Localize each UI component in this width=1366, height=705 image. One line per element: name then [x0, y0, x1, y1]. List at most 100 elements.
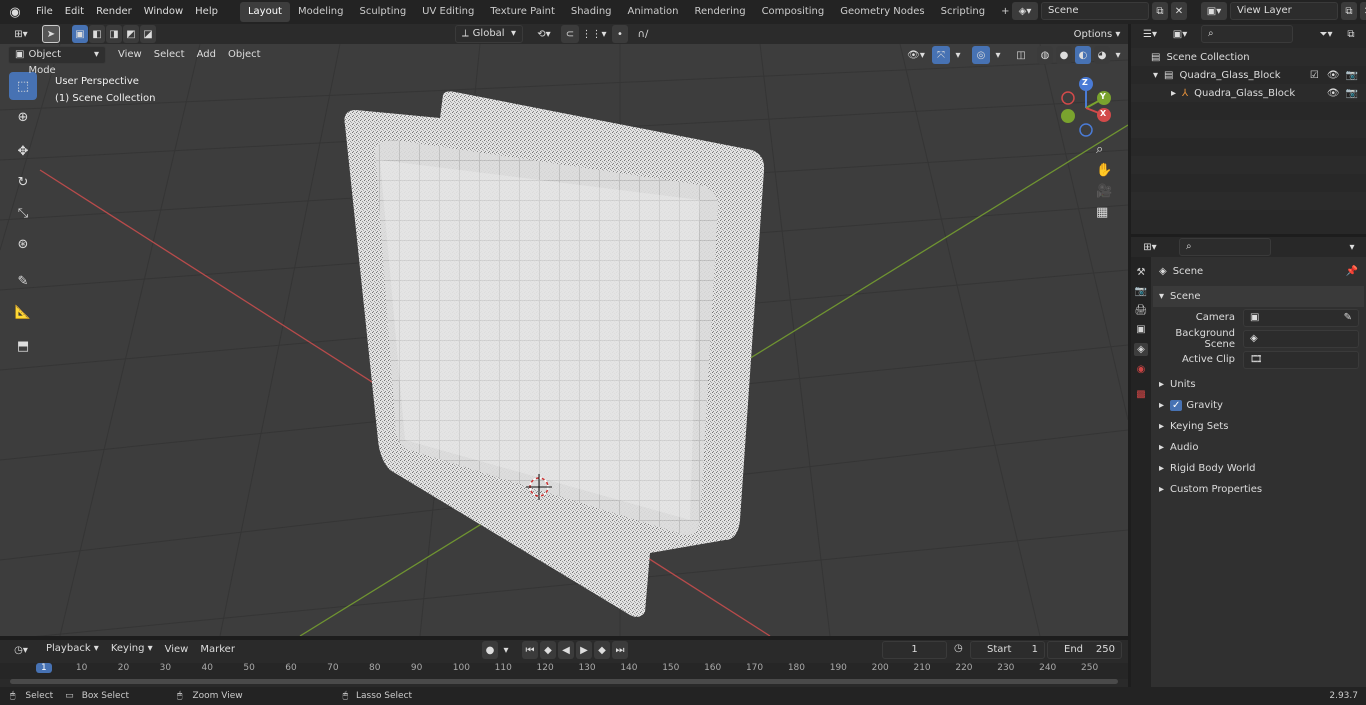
pan-hand-icon[interactable]: ✋	[1096, 163, 1112, 178]
menu-render[interactable]: Render	[90, 0, 138, 24]
cursor-icon[interactable]: ⊕	[9, 103, 37, 131]
annotate-icon[interactable]: ✎	[9, 267, 37, 295]
background-scene-field[interactable]: ◈	[1243, 329, 1359, 348]
eye-icon[interactable]: 👁	[1327, 70, 1340, 81]
eye-icon[interactable]: 👁	[1327, 88, 1340, 99]
select-mode-extend-icon[interactable]: ◧	[89, 25, 105, 43]
delete-view-layer-icon[interactable]: ✕	[1360, 2, 1366, 20]
timeline-scrollbar[interactable]	[10, 679, 1118, 684]
select-mode-new-icon[interactable]: ▣	[72, 25, 88, 43]
select-tool-icon[interactable]: ➤	[42, 25, 60, 43]
tab-geometry-nodes[interactable]: Geometry Nodes	[832, 2, 932, 22]
gizmo-toggle-icon[interactable]: ⤧	[932, 46, 950, 64]
tab-rendering[interactable]: Rendering	[686, 2, 753, 22]
menu-window[interactable]: Window	[138, 0, 189, 24]
select-mode-intersect-icon[interactable]: ◪	[140, 25, 156, 43]
panel-keying-sets[interactable]: ▸ Keying Sets	[1153, 416, 1364, 437]
options-dropdown[interactable]: Options ▾	[1069, 25, 1125, 43]
jump-end-icon[interactable]: ⏭	[612, 641, 628, 659]
orientation-select[interactable]: ⟂ Global ▾	[455, 25, 523, 43]
tab-animation[interactable]: Animation	[620, 2, 687, 22]
glass-block-model[interactable]	[344, 91, 765, 617]
timeline-menu-view[interactable]: View	[159, 638, 195, 662]
pivot-point-icon[interactable]: ⟲▾	[531, 25, 557, 43]
gravity-checkbox-icon[interactable]: ✓	[1170, 400, 1183, 411]
snap-toggle-icon[interactable]: ⊂	[561, 25, 579, 43]
blender-logo-icon[interactable]: ◉	[0, 5, 30, 20]
orthographic-grid-icon[interactable]: ▦	[1096, 205, 1112, 220]
new-view-layer-icon[interactable]: ⧉	[1341, 2, 1357, 20]
view-layer-selector-icon[interactable]: ▣▾	[1201, 2, 1227, 20]
tab-scripting[interactable]: Scripting	[933, 2, 993, 22]
shading-dropdown-icon[interactable]: ▾	[1113, 46, 1123, 64]
panel-gravity[interactable]: ▸ ✓ Gravity	[1153, 395, 1364, 416]
prev-keyframe-icon[interactable]: ◆	[540, 641, 556, 659]
measure-icon[interactable]: 📐	[9, 298, 37, 326]
select-mode-subtract-icon[interactable]: ◨	[106, 25, 122, 43]
new-scene-icon[interactable]: ⧉	[1152, 2, 1168, 20]
exclude-checkbox-icon[interactable]: ☑	[1310, 70, 1319, 81]
record-icon[interactable]: ●	[482, 641, 498, 659]
properties-editor-type-icon[interactable]: ⊞▾	[1137, 238, 1163, 256]
outliner-editor-type-icon[interactable]: ☰▾	[1137, 25, 1163, 43]
tab-sculpting[interactable]: Sculpting	[351, 2, 414, 22]
view-layer-tab-icon[interactable]: ▣	[1136, 324, 1145, 335]
outliner-row-collection[interactable]: ▾ ▤ Quadra_Glass_Block ☑ 👁 📷	[1131, 66, 1366, 84]
next-keyframe-icon[interactable]: ◆	[594, 641, 610, 659]
new-collection-icon[interactable]: ⧉	[1343, 25, 1359, 43]
camera-field[interactable]: ▣ ✎	[1243, 308, 1359, 327]
falloff-icon[interactable]: ∩∕	[630, 25, 656, 43]
add-cube-icon[interactable]: ⬒	[9, 332, 37, 360]
texture-tab-icon[interactable]: ▩	[1136, 389, 1145, 400]
xray-toggle-icon[interactable]: ◫	[1012, 46, 1030, 64]
keyframe-type-icon[interactable]: ▾	[500, 641, 512, 659]
rotate-icon[interactable]: ↻	[9, 168, 37, 196]
expand-arrow-icon[interactable]: ▾	[1153, 70, 1158, 81]
play-reverse-icon[interactable]: ◀	[558, 641, 574, 659]
output-tab-icon[interactable]: 🖨	[1135, 305, 1148, 316]
keying-menu[interactable]: Keying ▾	[105, 641, 159, 659]
render-tab-icon[interactable]: 📷	[1135, 286, 1147, 297]
expand-arrow-icon[interactable]: ▸	[1171, 88, 1176, 99]
viewport-menu-add[interactable]: Add	[191, 43, 222, 67]
viewport-menu-view[interactable]: View	[112, 43, 148, 67]
scene-tab-icon[interactable]: ◈	[1134, 343, 1148, 356]
delete-scene-icon[interactable]: ✕	[1171, 2, 1187, 20]
timeline-menu-marker[interactable]: Marker	[194, 638, 241, 662]
start-frame-field[interactable]: Start 1	[970, 641, 1045, 659]
select-mode-invert-icon[interactable]: ◩	[123, 25, 139, 43]
snap-target-icon[interactable]: ⋮⋮▾	[581, 25, 607, 43]
eyedropper-icon[interactable]: ✎	[1344, 310, 1352, 326]
panel-rigid-body-world[interactable]: ▸ Rigid Body World	[1153, 458, 1364, 479]
play-icon[interactable]: ▶	[576, 641, 592, 659]
scene-section-header[interactable]: ▾ Scene	[1153, 286, 1364, 307]
playback-menu[interactable]: Playback ▾	[40, 641, 105, 659]
mode-select[interactable]: ▣ Object Mode ▾	[8, 46, 106, 76]
camera-render-icon[interactable]: 📷	[1346, 70, 1358, 81]
view-layer-field[interactable]: View Layer	[1230, 2, 1338, 20]
tool-tab-icon[interactable]: ⚒	[1137, 267, 1146, 278]
pin-icon[interactable]: 📌	[1346, 266, 1358, 277]
gizmo-dropdown-icon[interactable]: ▾	[953, 46, 963, 64]
zoom-icon[interactable]: ⌕	[1096, 142, 1112, 157]
scene-field[interactable]: Scene	[1041, 2, 1149, 20]
shading-wireframe-icon[interactable]: ◍	[1037, 46, 1053, 64]
menu-help[interactable]: Help	[189, 0, 224, 24]
outliner-search-input[interactable]: ⌕	[1201, 25, 1293, 43]
tab-modeling[interactable]: Modeling	[290, 2, 352, 22]
frame-ruler[interactable]: 1 10 20 30 40 50 60 70 80 90 100 110 120 130 140 150 160…	[0, 663, 1128, 679]
properties-options-icon[interactable]: ▾	[1344, 238, 1360, 256]
proportional-edit-icon[interactable]: •	[612, 25, 628, 43]
camera-render-icon[interactable]: 📷	[1346, 88, 1358, 99]
active-clip-field[interactable]: 🎞	[1243, 350, 1359, 369]
end-frame-field[interactable]: End 250	[1047, 641, 1122, 659]
tab-compositing[interactable]: Compositing	[754, 2, 833, 22]
viewport-menu-object[interactable]: Object	[222, 43, 267, 67]
shading-solid-icon[interactable]: ●	[1056, 46, 1072, 64]
move-icon[interactable]: ✥	[9, 137, 37, 165]
transform-icon[interactable]: ⊛	[9, 230, 37, 258]
current-frame-field[interactable]: 1	[882, 641, 947, 659]
overlay-toggle-icon[interactable]: ◎	[972, 46, 990, 64]
outliner-row-object[interactable]: ▸ ⅄ Quadra_Glass_Block 👁 📷	[1131, 84, 1366, 102]
camera-view-icon[interactable]: 🎥	[1096, 184, 1112, 199]
